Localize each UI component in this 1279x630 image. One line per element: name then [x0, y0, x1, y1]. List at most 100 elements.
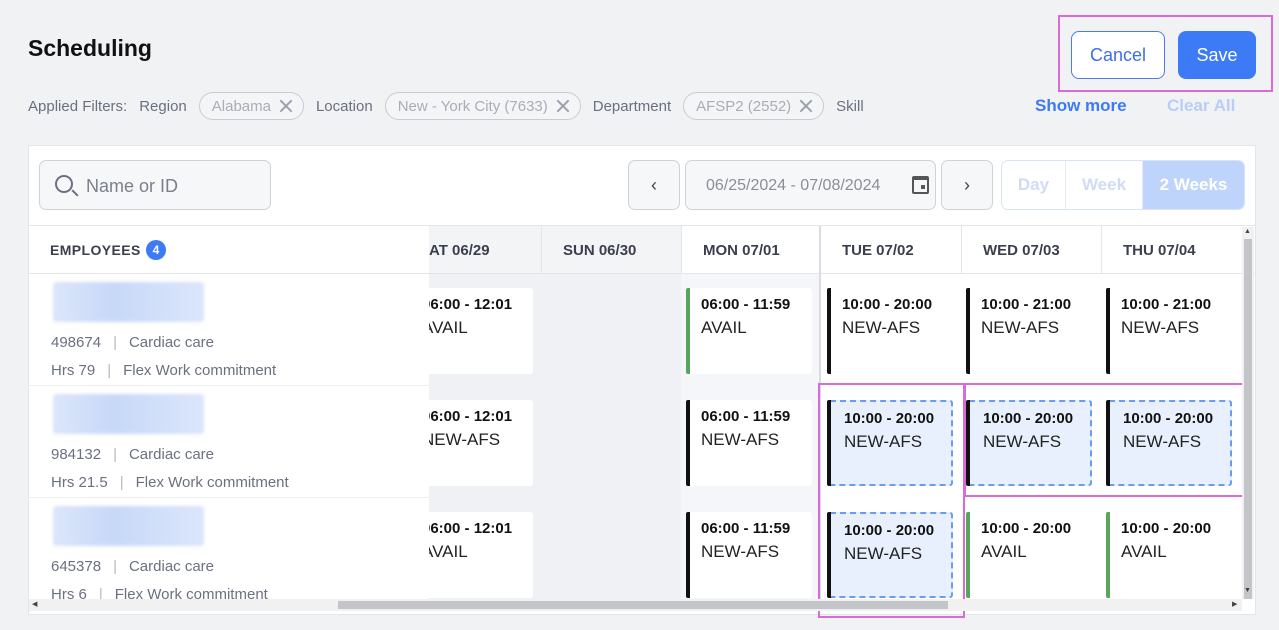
chip-value: AFSP2 (2552) [696, 97, 792, 115]
shift-code: NEW-AFS [1121, 318, 1200, 337]
shift-card[interactable]: 06:00 - 11:59 NEW-AFS [686, 400, 812, 486]
shift-card[interactable]: 06:00 - 11:59 AVAIL [686, 288, 812, 374]
day-header-thu: THU 07/04 [1101, 226, 1255, 274]
status-bar [1106, 512, 1110, 598]
shift-card[interactable]: 06:00 - 11:59 NEW-AFS [686, 512, 812, 598]
view-week-button[interactable]: Week [1066, 161, 1143, 209]
view-toggle: Day Week 2 Weeks [1001, 160, 1245, 210]
chip-value: New - York City (7633) [397, 97, 548, 115]
filter-chip-department[interactable]: AFSP2 (2552) [683, 92, 825, 120]
shift-card[interactable]: 10:00 - 21:00 NEW-AFS [1106, 288, 1232, 374]
next-period-button[interactable]: › [941, 160, 993, 210]
employee-skill: Cardiac care [128, 334, 215, 351]
scroll-right-icon[interactable]: ▶ [1232, 600, 1237, 608]
date-range-value: 06/25/2024 - 07/08/2024 [706, 177, 881, 194]
shift-code: NEW-AFS [701, 430, 780, 449]
view-2weeks-button[interactable]: 2 Weeks [1143, 161, 1244, 209]
close-icon[interactable] [799, 99, 813, 113]
shift-code: NEW-AFS [422, 430, 501, 449]
day-header-sat: AT 06/29 [429, 226, 541, 274]
scroll-left-icon[interactable]: ◀ [32, 600, 37, 608]
shift-time: 10:00 - 20:00 [842, 296, 933, 313]
employee-commitment: Flex Work commitment [114, 586, 268, 600]
horizontal-scrollbar[interactable]: ◀ ▶ [29, 599, 1242, 611]
search-box[interactable] [39, 160, 271, 210]
status-bar [827, 288, 831, 374]
employee-row[interactable]: 645378 | Cardiac care Hrs 6 | Flex Work comm… [29, 498, 429, 600]
employee-commitment: Flex Work commitment [135, 474, 289, 491]
close-icon[interactable] [556, 99, 570, 113]
calendar-icon[interactable] [912, 176, 929, 194]
applied-filters: Applied Filters: Region Alabama Location… [28, 92, 876, 120]
employee-row[interactable]: 498674 | Cardiac care Hrs 79 | Flex Work com… [29, 274, 429, 386]
shift-time: 06:00 - 11:59 [701, 408, 791, 425]
employee-hours: Hrs 6 [51, 586, 87, 600]
scroll-up-icon[interactable]: ▲ [1244, 228, 1251, 235]
filter-chip-location[interactable]: New - York City (7633) [384, 92, 581, 120]
employee-id: 984132 [51, 446, 102, 463]
filter-chip-region[interactable]: Alabama [198, 92, 304, 120]
previous-period-button[interactable]: ‹ [628, 160, 680, 210]
status-bar [686, 400, 690, 486]
shift-card[interactable]: 10:00 - 20:00 NEW-AFS [827, 288, 953, 374]
filter-region-label: Region [139, 97, 187, 115]
cancel-button[interactable]: Cancel [1071, 31, 1165, 79]
shift-time: 10:00 - 20:00 [981, 520, 1072, 537]
show-more-link[interactable]: Show more [1035, 96, 1127, 116]
employee-id: 498674 [51, 334, 102, 351]
employee-meta-line: Hrs 6 | Flex Work commitment [51, 586, 268, 600]
shift-time: 06:00 - 11:59 [701, 296, 791, 313]
employee-hours: Hrs 79 [51, 362, 96, 379]
page-title: Scheduling [28, 35, 152, 61]
day-header-sun: SUN 06/30 [541, 226, 681, 274]
scroll-down-icon[interactable]: ▼ [1244, 587, 1251, 594]
shift-code: NEW-AFS [842, 318, 921, 337]
horizontal-scroll-thumb[interactable] [338, 601, 948, 609]
shift-card[interactable]: 10:00 - 20:00 AVAIL [1106, 512, 1232, 598]
clear-all-link[interactable]: Clear All [1167, 96, 1235, 116]
shift-code: AVAIL [701, 318, 747, 337]
shift-code: NEW-AFS [701, 542, 780, 561]
employee-name-blurred [53, 282, 204, 322]
employee-count-badge: 4 [146, 240, 166, 260]
shift-code: NEW-AFS [981, 318, 1060, 337]
employee-name-blurred [53, 506, 204, 546]
filter-skill-label: Skill [836, 97, 864, 115]
status-bar [966, 288, 970, 374]
employee-meta-line: Hrs 79 | Flex Work commitment [51, 362, 277, 379]
shift-time: 06:00 - 12:01 [422, 408, 513, 425]
save-button[interactable]: Save [1178, 31, 1256, 79]
status-bar [686, 512, 690, 598]
employee-skill: Cardiac care [128, 558, 215, 575]
day-header-mon: MON 07/01 [681, 226, 819, 274]
shift-time: 06:00 - 12:01 [422, 520, 513, 537]
shift-card[interactable]: 10:00 - 20:00 AVAIL [966, 512, 1092, 598]
shift-time: 10:00 - 21:00 [1121, 296, 1212, 313]
vertical-scrollbar[interactable]: ▲ ▼ [1242, 227, 1254, 599]
shift-card[interactable]: 10:00 - 21:00 NEW-AFS [966, 288, 1092, 374]
shift-code: AVAIL [981, 542, 1027, 561]
shift-code: AVAIL [1121, 542, 1167, 561]
filter-location-label: Location [315, 97, 373, 115]
shift-time: 06:00 - 12:01 [422, 296, 513, 313]
search-input[interactable] [86, 173, 261, 199]
shift-time: 10:00 - 21:00 [981, 296, 1072, 313]
employee-meta-line: Hrs 21.5 | Flex Work commitment [51, 474, 289, 491]
view-day-button[interactable]: Day [1002, 161, 1066, 209]
date-range-picker[interactable]: 06/25/2024 - 07/08/2024 [685, 160, 936, 210]
employee-row[interactable]: 984132 | Cardiac care Hrs 21.5 | Flex Work c… [29, 386, 429, 498]
employees-header-label: EMPLOYEES [50, 242, 141, 258]
employee-meta-line: 498674 | Cardiac care [51, 334, 215, 351]
chevron-left-icon: ‹ [651, 174, 657, 195]
status-bar [1106, 288, 1110, 374]
vertical-scroll-thumb[interactable] [1244, 239, 1252, 599]
status-bar [686, 288, 690, 374]
day-header-wed: WED 07/03 [961, 226, 1101, 274]
chevron-right-icon: › [964, 174, 970, 195]
close-icon[interactable] [279, 99, 293, 113]
employee-meta-line: 984132 | Cardiac care [51, 446, 215, 463]
shift-time: 10:00 - 20:00 [1121, 520, 1212, 537]
search-icon [55, 175, 73, 193]
employee-hours: Hrs 21.5 [51, 474, 108, 491]
filter-department-label: Department [592, 97, 672, 115]
